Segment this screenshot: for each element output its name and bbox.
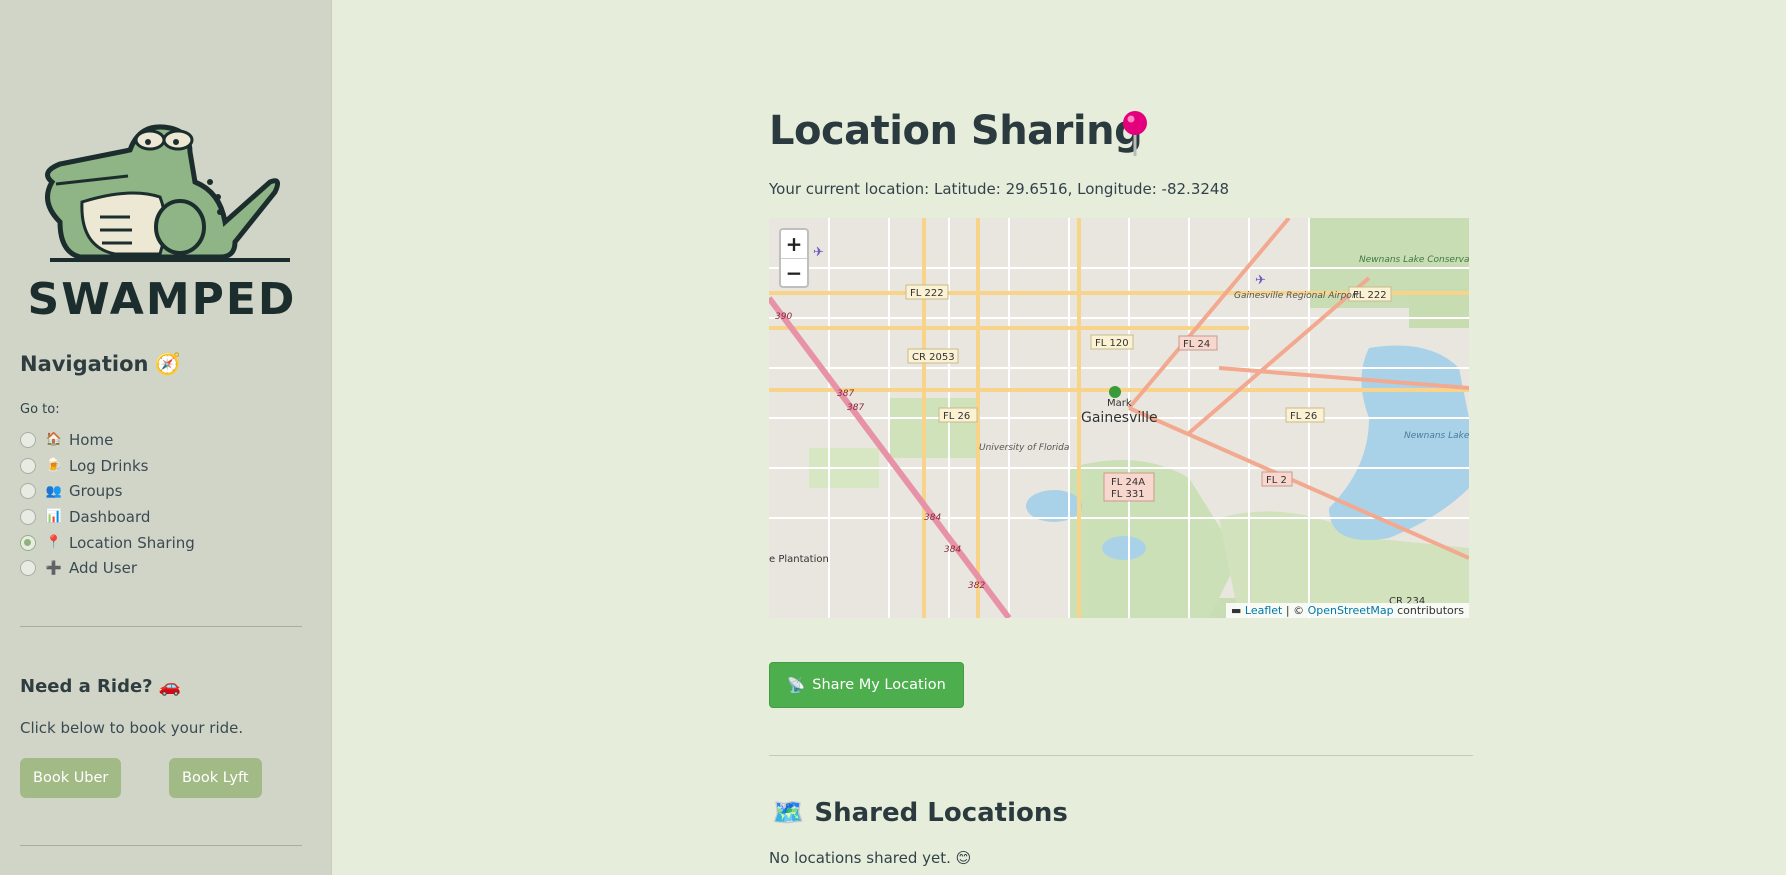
map-attribution: ▬ Leaflet | © OpenStreetMap contributors: [1226, 603, 1469, 618]
road-label: FL 120: [1095, 338, 1129, 349]
shared-locations-title: 🗺️ Shared Locations: [772, 798, 1068, 828]
road-label: FL 24A: [1111, 477, 1145, 488]
brand-name: SWAMPED: [28, 274, 297, 322]
map-marker-icon[interactable]: [1109, 386, 1121, 398]
share-location-button[interactable]: 📡 Share My Location: [769, 662, 964, 708]
goto-label: Go to:: [20, 402, 60, 417]
nav-item-label: Location Sharing: [69, 533, 195, 552]
attribution-separator: | ©: [1282, 604, 1308, 617]
bar-chart-icon: 📊: [45, 509, 63, 525]
radio-button[interactable]: [20, 560, 36, 577]
map-view[interactable]: FL 222 FL 222 FL 120 FL 24 CR 2053 FL 26…: [769, 218, 1469, 618]
share-location-label: Share My Location: [812, 677, 946, 693]
road-label: 390: [775, 312, 792, 322]
leaflet-link[interactable]: Leaflet: [1245, 604, 1282, 617]
road-label: FL 331: [1111, 489, 1145, 500]
road-label: 387: [837, 389, 854, 399]
zoom-in-button[interactable]: +: [781, 230, 807, 258]
road-label: FL 26: [1290, 411, 1317, 422]
ride-section-title: Need a Ride? 🚗: [20, 676, 181, 697]
place-label: Gainesville Regional Airport: [1234, 291, 1360, 301]
radio-button[interactable]: [20, 457, 36, 474]
road-label: 384: [944, 545, 961, 555]
place-label: e Plantation: [769, 554, 829, 565]
compass-icon: 🧭: [154, 352, 181, 376]
radio-button[interactable]: [20, 431, 36, 448]
sidebar-divider: [20, 626, 302, 627]
shared-locations-title-text: Shared Locations: [814, 798, 1068, 828]
navigation-title: Navigation 🧭: [20, 352, 181, 377]
book-lyft-button[interactable]: Book Lyft: [169, 758, 262, 798]
book-uber-button[interactable]: Book Uber: [20, 758, 122, 798]
nav-item-groups[interactable]: 👥 Groups: [20, 478, 195, 504]
nav-item-label: Groups: [69, 482, 123, 501]
nav-item-label: Home: [69, 430, 114, 449]
zoom-out-button[interactable]: −: [781, 258, 807, 286]
radio-button[interactable]: [20, 483, 36, 500]
road-label: 382: [968, 581, 985, 591]
airplane-icon: ✈: [1255, 273, 1266, 288]
road-label: CR 2053: [912, 352, 955, 363]
nav-item-location-sharing[interactable]: 📍 Location Sharing: [20, 530, 195, 556]
nav-item-label: Dashboard: [69, 507, 151, 526]
satellite-icon: 📡: [787, 677, 806, 694]
car-icon: 🚗: [158, 676, 182, 697]
sidebar-divider: [20, 845, 302, 846]
place-label: Newnans Lake: [1404, 431, 1469, 441]
plus-icon: ➕: [45, 560, 63, 576]
sidebar: SWAMPED Navigation 🧭 Go to: 🏠 Home 🍺 Log …: [0, 0, 332, 875]
navigation-title-text: Navigation: [20, 352, 149, 376]
road-label: FL 26: [943, 411, 970, 422]
place-label: University of Florida: [979, 443, 1069, 453]
ukraine-flag-icon: ▬: [1231, 604, 1242, 617]
map-tiles[interactable]: FL 222 FL 222 FL 120 FL 24 CR 2053 FL 26…: [769, 218, 1469, 618]
nav-item-home[interactable]: 🏠 Home: [20, 427, 195, 453]
map-marker-label: Mark: [1107, 398, 1132, 409]
nav-item-log-drinks[interactable]: 🍺 Log Drinks: [20, 453, 195, 479]
no-locations-message: No locations shared yet. 😊: [769, 849, 972, 867]
page-title: Location Sharing: [769, 108, 1143, 154]
ride-description: Click below to book your ride.: [20, 719, 244, 737]
pushpin-icon: [1123, 111, 1147, 156]
radio-button-selected[interactable]: [20, 534, 36, 551]
nav-item-label: Log Drinks: [69, 456, 149, 475]
nav-item-dashboard[interactable]: 📊 Dashboard: [20, 504, 195, 530]
radio-button[interactable]: [20, 508, 36, 525]
navigation-radio-group: 🏠 Home 🍺 Log Drinks 👥 Groups 📊 Dashboard…: [20, 427, 195, 581]
place-label: Newnans Lake Conservation Area: [1359, 255, 1469, 265]
road-label: FL 24: [1183, 339, 1210, 350]
ride-title-text: Need a Ride?: [20, 676, 153, 697]
zoom-control: + −: [779, 228, 809, 288]
attribution-tail: contributors: [1393, 604, 1464, 617]
nav-item-add-user[interactable]: ➕ Add User: [20, 555, 195, 581]
road-label: 387: [847, 403, 864, 413]
swamped-gator-logo: SWAMPED: [28, 124, 297, 322]
beer-icon: 🍺: [45, 458, 63, 474]
main-divider: [769, 755, 1473, 756]
road-label: FL 2: [1266, 475, 1287, 486]
pin-icon: 📍: [45, 535, 63, 551]
openstreetmap-link[interactable]: OpenStreetMap: [1308, 604, 1394, 617]
nav-item-label: Add User: [69, 559, 137, 578]
people-icon: 👥: [45, 483, 63, 499]
home-icon: 🏠: [45, 432, 63, 448]
current-location-text: Your current location: Latitude: 29.6516…: [769, 180, 1229, 198]
world-map-icon: 🗺️: [772, 798, 805, 828]
road-label: FL 222: [910, 288, 944, 299]
airplane-icon: ✈: [813, 245, 824, 260]
city-label: Gainesville: [1081, 410, 1158, 426]
road-label: 384: [924, 513, 941, 523]
